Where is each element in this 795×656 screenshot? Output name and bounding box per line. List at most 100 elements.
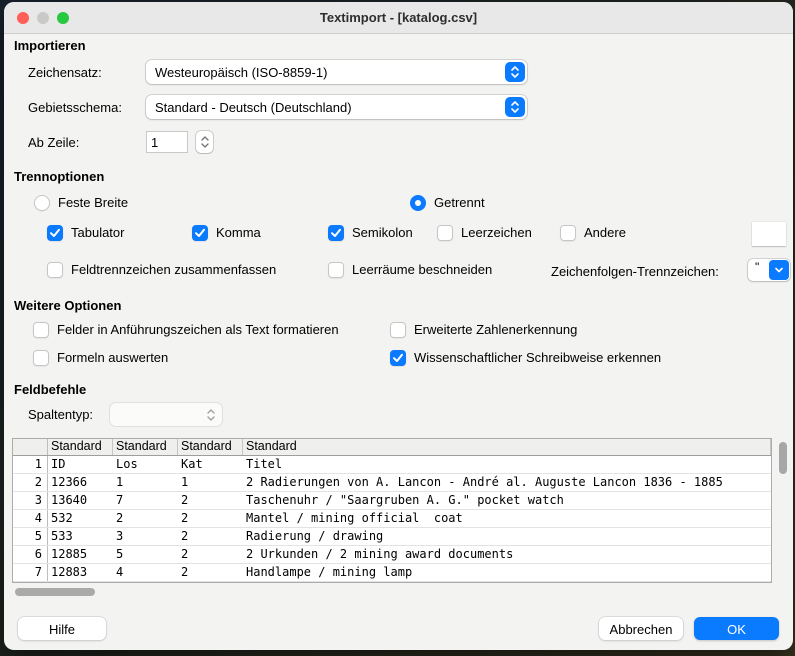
- locale-label: Gebietsschema:: [28, 100, 122, 115]
- column-header[interactable]: Standard: [48, 439, 113, 455]
- radio-circle: [34, 195, 50, 211]
- other-separator-input[interactable]: [752, 222, 786, 246]
- table-row[interactable]: 8 13314 6 2 Bierkrug / beer glas: [13, 582, 771, 583]
- column-header[interactable]: Standard: [243, 439, 771, 455]
- checkbox-box: [328, 262, 344, 278]
- row-number: 3: [13, 492, 48, 509]
- table-row[interactable]: 6 12885 5 2 2 Urkunden / 2 mining award …: [13, 546, 771, 564]
- cell: 533: [48, 528, 113, 545]
- cell: Mantel / mining official coat: [243, 510, 771, 527]
- table-row[interactable]: 7 12883 4 2 Handlampe / mining lamp: [13, 564, 771, 582]
- column-type-select: [110, 403, 222, 426]
- cell: Radierung / drawing: [243, 528, 771, 545]
- cell: 13640: [48, 492, 113, 509]
- checkbox-tabulator[interactable]: Tabulator: [47, 224, 124, 241]
- locale-select[interactable]: Standard - Deutsch (Deutschland): [146, 95, 527, 119]
- cell: 532: [48, 510, 113, 527]
- vertical-scrollbar-thumb[interactable]: [779, 442, 787, 474]
- table-row[interactable]: 5 533 3 2 Radierung / drawing: [13, 528, 771, 546]
- cell: 2: [178, 564, 243, 581]
- checkbox-wissenschaftliche-schreibweise[interactable]: Wissenschaftlicher Schreibweise erkennen: [390, 349, 661, 366]
- checkbox-label: Feldtrennzeichen zusammenfassen: [71, 262, 276, 277]
- cell: 1: [113, 474, 178, 491]
- checkbox-label: Leerräume beschneiden: [352, 262, 492, 277]
- checkbox-box: [33, 322, 49, 338]
- cell: ID: [48, 456, 113, 473]
- checkbox-label: Tabulator: [71, 225, 124, 240]
- vertical-scrollbar[interactable]: [776, 439, 790, 583]
- checkbox-box: [437, 225, 453, 241]
- checkbox-semikolon[interactable]: Semikolon: [328, 224, 413, 241]
- cell: 7: [113, 492, 178, 509]
- cancel-button[interactable]: Abbrechen: [599, 617, 683, 640]
- ok-button[interactable]: OK: [694, 617, 779, 640]
- row-number: 7: [13, 564, 48, 581]
- cell: 12366: [48, 474, 113, 491]
- string-delimiter-value: ": [755, 260, 759, 274]
- cell: 2: [178, 582, 243, 583]
- cell: 12885: [48, 546, 113, 563]
- table-row[interactable]: 4 532 2 2 Mantel / mining official coat: [13, 510, 771, 528]
- title-bar[interactable]: Textimport - [katalog.csv]: [4, 2, 793, 34]
- row-number: 8: [13, 582, 48, 583]
- table-row[interactable]: 2 12366 1 1 2 Radierungen von A. Lancon …: [13, 474, 771, 492]
- from-row-label: Ab Zeile:: [28, 135, 79, 150]
- cell: 4: [113, 564, 178, 581]
- horizontal-scrollbar-thumb[interactable]: [15, 588, 95, 596]
- table-body: 1 ID Los Kat Titel 2 12366 1 1 2 Radieru…: [13, 456, 771, 583]
- table-row[interactable]: 3 13640 7 2 Taschenuhr / "Saargruben A. …: [13, 492, 771, 510]
- checkbox-komma[interactable]: Komma: [192, 224, 261, 241]
- from-row-input[interactable]: [146, 131, 188, 153]
- cell: 2: [178, 492, 243, 509]
- row-number: 6: [13, 546, 48, 563]
- checkbox-leerzeichen[interactable]: Leerzeichen: [437, 224, 532, 241]
- checkbox-feldtrennzeichen-zusammenfassen[interactable]: Feldtrennzeichen zusammenfassen: [47, 261, 276, 278]
- section-heading-trennoptionen: Trennoptionen: [14, 169, 104, 184]
- table-header-row[interactable]: Standard Standard Standard Standard: [13, 439, 771, 456]
- cell: Titel: [243, 456, 771, 473]
- cell: 3: [113, 528, 178, 545]
- checkbox-label: Leerzeichen: [461, 225, 532, 240]
- radio-getrennt[interactable]: Getrennt: [410, 194, 485, 211]
- column-header[interactable]: Standard: [178, 439, 243, 455]
- radio-label: Getrennt: [434, 195, 485, 210]
- chevron-updown-icon: [505, 97, 525, 117]
- locale-value: Standard - Deutsch (Deutschland): [155, 100, 352, 115]
- cell: Kat: [178, 456, 243, 473]
- radio-feste-breite[interactable]: Feste Breite: [34, 194, 128, 211]
- cell: 6: [113, 582, 178, 583]
- charset-select[interactable]: Westeuropäisch (ISO-8859-1): [146, 60, 527, 84]
- cell: Handlampe / mining lamp: [243, 564, 771, 581]
- chevron-updown-icon: [206, 408, 216, 422]
- checkbox-box: [47, 225, 63, 241]
- checkbox-andere[interactable]: Andere: [560, 224, 626, 241]
- corner-header-cell: [13, 439, 48, 455]
- help-button[interactable]: Hilfe: [18, 617, 106, 640]
- charset-value: Westeuropäisch (ISO-8859-1): [155, 65, 327, 80]
- checkbox-box: [328, 225, 344, 241]
- textimport-dialog: Textimport - [katalog.csv] Importieren Z…: [4, 2, 793, 650]
- checkbox-label: Komma: [216, 225, 261, 240]
- string-delimiter-combo[interactable]: ": [748, 259, 790, 281]
- charset-label: Zeichensatz:: [28, 65, 102, 80]
- chevron-updown-icon: [505, 62, 525, 82]
- from-row-stepper[interactable]: [196, 131, 213, 153]
- csv-preview-table[interactable]: Standard Standard Standard Standard 1 ID…: [12, 438, 772, 583]
- cell: 5: [113, 546, 178, 563]
- cell: 2: [178, 546, 243, 563]
- checkbox-formeln-auswerten[interactable]: Formeln auswerten: [33, 349, 168, 366]
- row-number: 4: [13, 510, 48, 527]
- cell: Los: [113, 456, 178, 473]
- radio-label: Feste Breite: [58, 195, 128, 210]
- column-header[interactable]: Standard: [113, 439, 178, 455]
- checkbox-leerraeume-beschneiden[interactable]: Leerräume beschneiden: [328, 261, 492, 278]
- cell: Bierkrug / beer glas: [243, 582, 771, 583]
- checkbox-erweiterte-zahlenerkennung[interactable]: Erweiterte Zahlenerkennung: [390, 321, 577, 338]
- cell: 13314: [48, 582, 113, 583]
- checkbox-label: Semikolon: [352, 225, 413, 240]
- row-number: 5: [13, 528, 48, 545]
- chevron-down-icon: [769, 260, 789, 280]
- table-row[interactable]: 1 ID Los Kat Titel: [13, 456, 771, 474]
- checkbox-felder-als-text[interactable]: Felder in Anführungszeichen als Text for…: [33, 321, 339, 338]
- row-number: 2: [13, 474, 48, 491]
